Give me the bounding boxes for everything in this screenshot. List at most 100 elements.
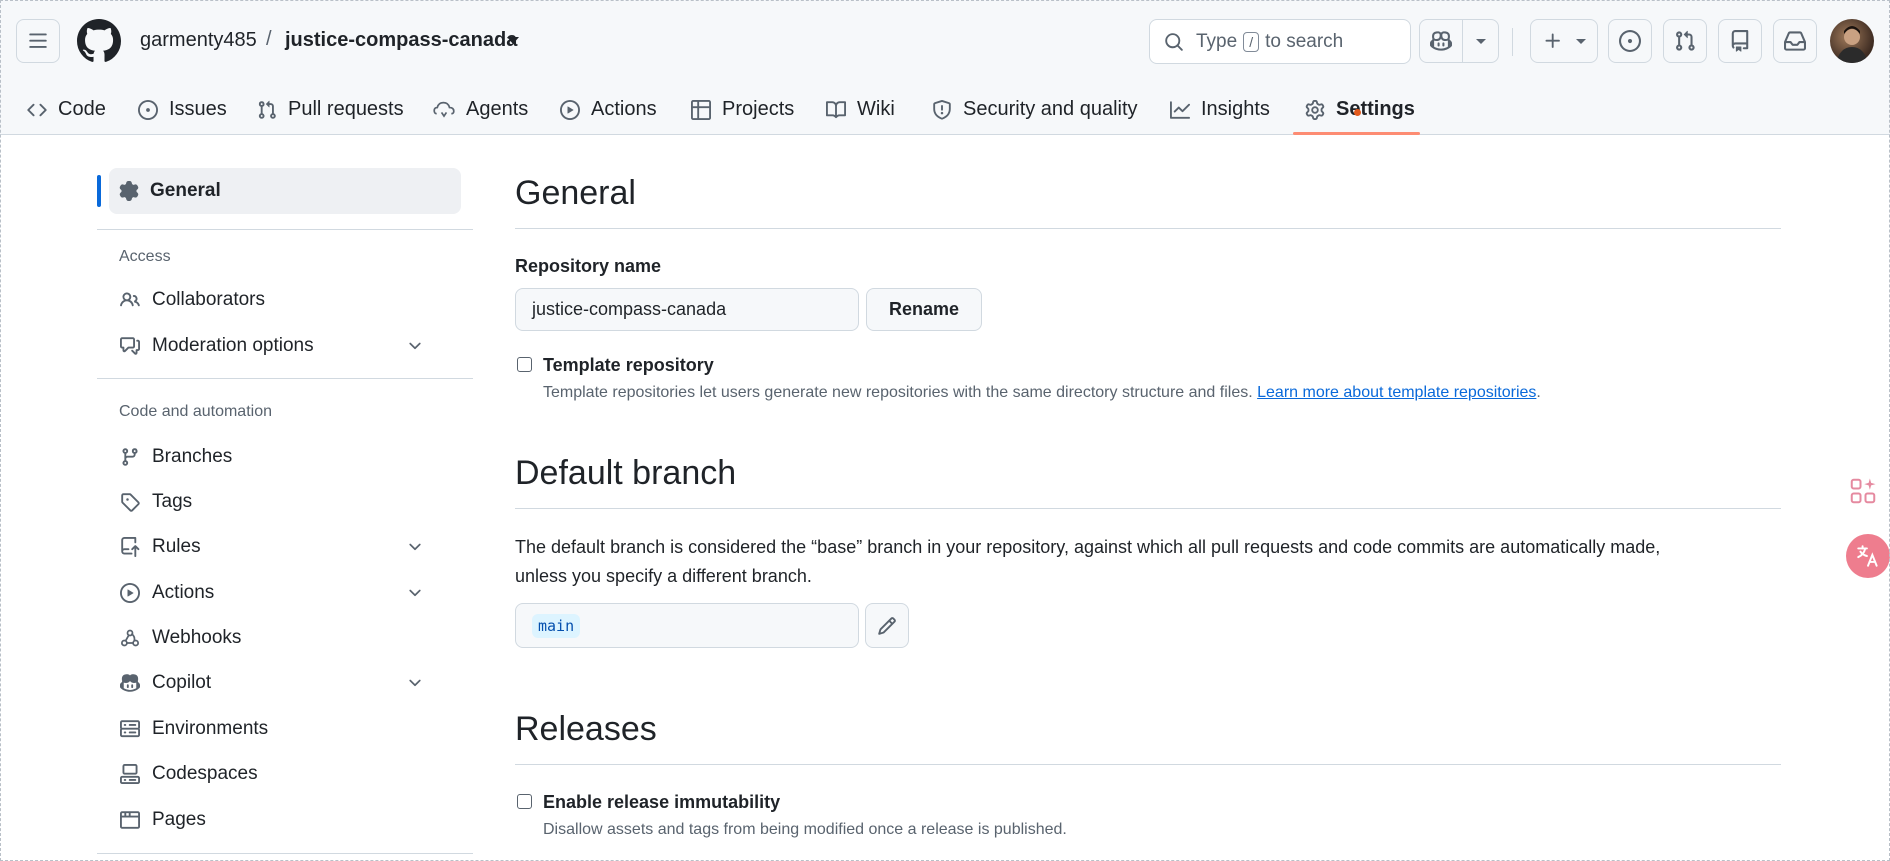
tab-pull-requests[interactable]: Pull requests (257, 84, 404, 135)
rename-button[interactable]: Rename (866, 288, 982, 331)
template-learn-more-link[interactable]: Learn more about template repositories (1257, 384, 1536, 401)
repositories-button[interactable] (1718, 19, 1762, 63)
graph-icon (1170, 100, 1190, 119)
app-header: garmenty485 / justice-compass-canada Typ… (0, 0, 1890, 135)
tab-projects[interactable]: Projects (691, 84, 794, 135)
chevron-down-icon[interactable] (406, 674, 424, 692)
sidebar-item-label: Rules (152, 536, 201, 557)
chevron-down-icon[interactable] (406, 337, 424, 355)
tab-code[interactable]: Code (27, 84, 106, 135)
sidebar-item-copilot[interactable]: Copilot (109, 660, 461, 706)
default-branch-title: Default branch (515, 454, 737, 492)
plus-icon (1545, 33, 1560, 48)
sidebar-heading-access: Access (119, 248, 171, 265)
sidebar-item-webhooks[interactable]: Webhooks (109, 615, 461, 661)
breadcrumb-separator: / (266, 28, 272, 50)
template-repository-checkbox[interactable] (517, 357, 532, 372)
sidebar-item-pages[interactable]: Pages (109, 797, 461, 843)
user-avatar[interactable] (1830, 19, 1874, 63)
repo-name-input[interactable]: justice-compass-canada (515, 288, 859, 331)
menu-button[interactable] (16, 19, 60, 63)
pull-request-icon (1676, 30, 1695, 51)
search-shortcut-key: / (1243, 31, 1260, 52)
period: . (1536, 384, 1541, 401)
tag-icon (121, 493, 140, 512)
repo-link[interactable]: justice-compass-canada (285, 29, 517, 52)
sidebar-item-label: Tags (152, 491, 193, 512)
default-branch-field: main (515, 603, 859, 648)
tab-issues[interactable]: Issues (138, 84, 227, 135)
owner-link[interactable]: garmenty485 (140, 29, 257, 52)
chevron-down-icon[interactable] (1475, 35, 1487, 47)
your-issues-button[interactable] (1608, 19, 1652, 63)
header-divider (1512, 28, 1513, 56)
repo-name-label: Repository name (515, 256, 662, 276)
your-pull-requests-button[interactable] (1663, 19, 1707, 63)
search-input[interactable]: Type / to search (1149, 19, 1411, 64)
sidebar-divider (97, 229, 473, 230)
branch-icon (122, 448, 138, 466)
sidebar-divider (97, 378, 473, 379)
translate-icon[interactable] (1846, 534, 1890, 578)
active-indicator (97, 175, 101, 207)
sidebar-item-tags[interactable]: Tags (109, 479, 461, 525)
sidebar-item-label: Codespaces (152, 763, 258, 784)
sidebar-item-environments[interactable]: Environments (109, 706, 461, 752)
tab-label: Settings (1336, 98, 1415, 120)
chevron-down-icon[interactable] (406, 538, 424, 556)
tab-wiki[interactable]: Wiki (826, 84, 895, 135)
tab-security-and-quality[interactable]: Security and quality (932, 84, 1138, 135)
gear-icon (119, 181, 139, 201)
apps-sparkle-icon[interactable] (1848, 476, 1882, 510)
default-branch-desc-line2: unless you specify a different branch. (515, 566, 812, 586)
section-divider (515, 228, 1781, 229)
tab-label: Code (58, 98, 106, 120)
sidebar-item-general[interactable]: General (109, 168, 461, 214)
release-immutability-title: Enable release immutability (543, 792, 781, 812)
releases-title: Releases (515, 710, 657, 748)
play-icon (560, 99, 580, 120)
copilot-icon (120, 674, 140, 692)
book-icon (826, 100, 846, 118)
tab-actions[interactable]: Actions (560, 84, 657, 135)
comment-discussion-icon (120, 337, 140, 355)
default-branch-name: main (532, 613, 581, 638)
sidebar-item-branches[interactable]: Branches (109, 434, 461, 480)
tab-label: Projects (722, 98, 795, 120)
repo-dropdown-caret-icon[interactable] (506, 35, 520, 47)
sidebar-item-rules[interactable]: Rules (109, 524, 461, 570)
notifications-button[interactable] (1773, 19, 1817, 63)
sidebar-item-label: Webhooks (152, 627, 242, 648)
template-repository-desc: Template repositories let users generate… (543, 384, 1541, 402)
notification-dot (1354, 109, 1361, 116)
tab-agents[interactable]: Agents (433, 84, 528, 135)
release-immutability-desc: Disallow assets and tags from being modi… (543, 821, 1067, 838)
sidebar-item-actions[interactable]: Actions (109, 570, 461, 616)
github-logo-icon[interactable] (77, 19, 121, 63)
tab-label: Security and quality (963, 98, 1138, 120)
create-new-button[interactable] (1530, 19, 1598, 63)
sidebar-item-label: Pages (152, 809, 206, 830)
top-bar: garmenty485 / justice-compass-canada Typ… (0, 0, 1890, 84)
issue-icon (1619, 30, 1641, 52)
code-icon (27, 103, 47, 116)
chevron-down-icon (1576, 39, 1586, 44)
template-desc-text: Template repositories let users generate… (543, 384, 1253, 401)
codespaces-icon (120, 764, 140, 784)
page-title: General (515, 174, 636, 212)
sidebar-item-label: General (150, 180, 221, 201)
chevron-down-icon[interactable] (406, 584, 424, 602)
search-suffix: to search (1265, 30, 1344, 52)
copilot-button[interactable] (1419, 19, 1499, 63)
play-icon (120, 583, 140, 603)
search-prefix: Type (1196, 30, 1238, 52)
tab-label: Agents (466, 98, 529, 120)
search-icon (1165, 32, 1183, 51)
sidebar-item-moderation-options[interactable]: Moderation options (109, 323, 461, 369)
edit-default-branch-button[interactable] (865, 603, 909, 648)
sidebar-item-codespaces[interactable]: Codespaces (109, 751, 461, 797)
release-immutability-checkbox[interactable] (517, 794, 532, 809)
tab-insights[interactable]: Insights (1170, 84, 1270, 135)
webhook-icon (121, 629, 139, 647)
sidebar-item-collaborators[interactable]: Collaborators (109, 277, 461, 323)
